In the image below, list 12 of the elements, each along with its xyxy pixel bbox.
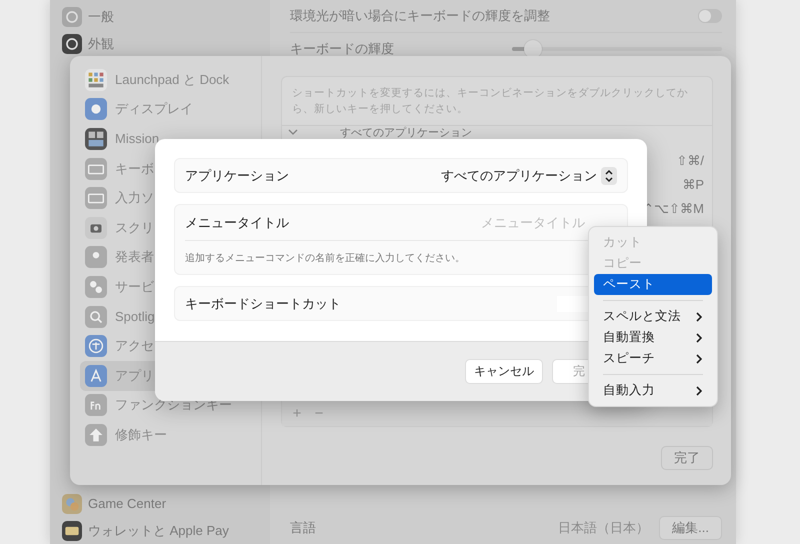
shortcut-keys: ⇧⌘/	[676, 152, 704, 168]
language-value: 日本語（日本）	[558, 519, 650, 537]
field-label: キーボードショートカット	[185, 294, 341, 312]
setting-label: 環境光が暗い場合にキーボードの輝度を調整	[290, 7, 550, 25]
field-label: アプリケーション	[185, 166, 289, 184]
setting-label: 言語	[290, 519, 316, 537]
shortcut-keys: ⌘P	[682, 176, 704, 192]
shortcut-keys: ⌃⌥⇧⌘M	[643, 200, 704, 216]
field-label: メニュータイトル	[185, 214, 289, 232]
group-label: すべてのアプリケーション	[340, 127, 472, 139]
setting-label: キーボードの輝度	[290, 40, 394, 58]
hint-text: 追加するメニューコマンドの名前を正確に入力してください。	[185, 252, 465, 265]
